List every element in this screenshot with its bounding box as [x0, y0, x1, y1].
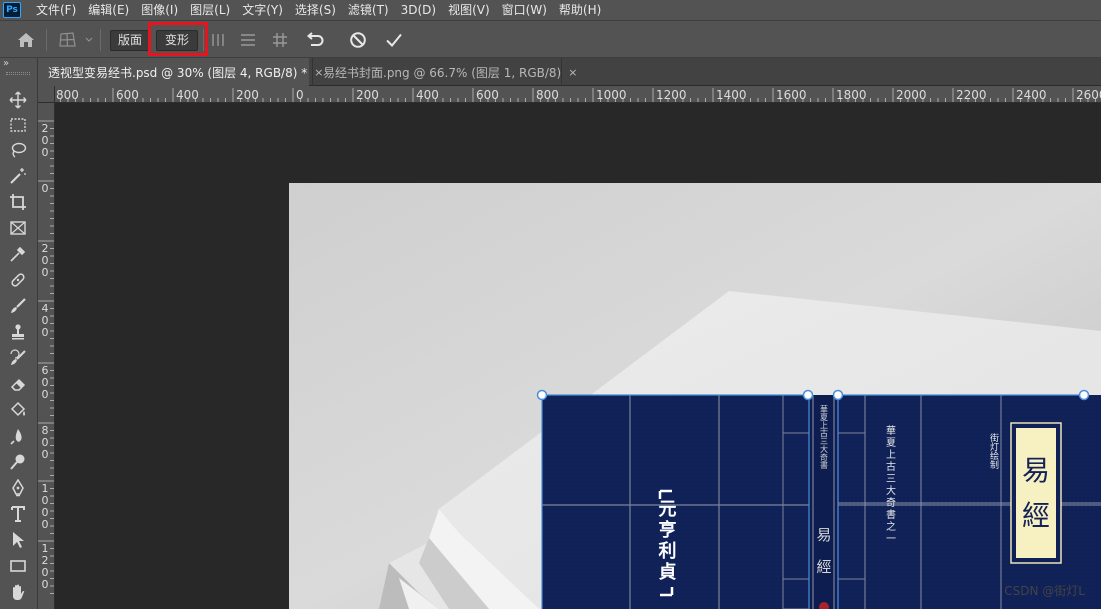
transform-handle-icon[interactable]	[1078, 389, 1090, 401]
clone-stamp-tool-icon[interactable]	[6, 320, 30, 344]
tab-label: 易经书封面.png @ 66.7% (图层 1, RGB/8)	[323, 65, 562, 80]
collapse-panel-icon[interactable]: »	[3, 58, 9, 69]
ruler-tick-label: 1600	[776, 88, 807, 102]
photoshop-logo-icon: Ps	[3, 2, 21, 18]
ruler-tick-label: 400	[176, 88, 199, 102]
eraser-tool-icon[interactable]	[6, 372, 30, 396]
spine-small-text: 華夏上古三大奇書	[820, 404, 829, 470]
chevron-down-icon[interactable]	[84, 34, 94, 46]
ruler-tick-label: 2200	[956, 88, 987, 102]
dodge-tool-icon[interactable]	[6, 450, 30, 474]
home-icon[interactable]	[14, 30, 38, 50]
layout-mode-button[interactable]: 版面	[110, 30, 150, 51]
tab-active-document[interactable]: 透视型变易经书.psd @ 30% (图层 4, RGB/8) * ×	[38, 58, 323, 86]
menu-view[interactable]: 视图(V)	[442, 0, 496, 20]
menu-type[interactable]: 文字(Y)	[236, 0, 289, 20]
commit-checkmark-icon[interactable]	[383, 30, 405, 50]
blur-tool-icon[interactable]	[6, 424, 30, 448]
menu-edit[interactable]: 编辑(E)	[82, 0, 135, 20]
ruler-tick-label: 200	[236, 88, 259, 102]
spine-title-char-1: 易	[816, 526, 831, 544]
ruler-tick-label: 0	[41, 578, 49, 591]
menu-bar: Ps 文件(F) 编辑(E) 图像(I) 图层(L) 文字(Y) 选择(S) 滤镜(T) 3D…	[0, 0, 1101, 20]
front-title-char-2: 經	[1022, 499, 1050, 532]
back-cover-text: 元亨利貞	[656, 499, 677, 583]
menu-filter[interactable]: 滤镜(T)	[342, 0, 395, 20]
ruler-tick-label: 1200	[656, 88, 687, 102]
book-cover-layer: 易 經 街灯绘制 華夏上古三大奇書之一 華夏上古三大奇書 易 經 元亨利貞	[542, 394, 1101, 609]
ruler-tick-label: 1800	[836, 88, 867, 102]
healing-brush-tool-icon[interactable]	[6, 268, 30, 292]
ruler-tick-label: 200	[356, 88, 379, 102]
marquee-tool-icon[interactable]	[6, 113, 30, 137]
ruler-tick-label: 2600	[1076, 88, 1101, 102]
transform-handle-icon[interactable]	[802, 389, 814, 401]
horizontal-straighten-icon[interactable]	[238, 30, 258, 50]
menu-image[interactable]: 图像(I)	[135, 0, 184, 20]
hand-tool-icon[interactable]	[6, 580, 30, 604]
warp-mode-button[interactable]: 变形	[156, 30, 198, 51]
auto-straighten-icon[interactable]	[270, 30, 290, 50]
spine-title-char-2: 經	[816, 558, 831, 576]
history-brush-tool-icon[interactable]	[6, 346, 30, 370]
menu-3d[interactable]: 3D(D)	[395, 0, 442, 20]
ruler-tick-label: 2000	[896, 88, 927, 102]
close-tab-icon[interactable]: ×	[568, 66, 577, 79]
tools-panel: »	[0, 58, 38, 609]
ruler-tick-label: 1000	[596, 88, 627, 102]
ruler-tick-label: 0	[41, 448, 49, 461]
cancel-icon[interactable]	[347, 30, 369, 50]
ruler-tick-label: 600	[116, 88, 139, 102]
frame-tool-icon[interactable]	[6, 216, 30, 240]
transform-handle-icon[interactable]	[832, 389, 844, 401]
perspective-warp-icon[interactable]	[56, 30, 80, 50]
lasso-tool-icon[interactable]	[6, 138, 30, 162]
paint-bucket-tool-icon[interactable]	[6, 398, 30, 422]
ruler-tick-label: 0	[296, 88, 304, 102]
ruler-tick-label: 0	[41, 146, 49, 159]
vertical-straighten-icon[interactable]	[208, 30, 228, 50]
ruler-tick-label: 800	[536, 88, 559, 102]
move-tool-icon[interactable]	[6, 88, 30, 112]
ruler-tick-label: 800	[56, 88, 79, 102]
menu-window[interactable]: 窗口(W)	[496, 0, 553, 20]
ruler-tick-label: 0	[41, 182, 49, 195]
transform-handle-icon[interactable]	[536, 389, 548, 401]
vertical-ruler[interactable]: 200020040060080010001200	[38, 103, 55, 609]
front-title-char-1: 易	[1022, 454, 1050, 487]
front-side-text: 街灯绘制	[988, 432, 999, 469]
panel-grip-icon[interactable]	[6, 72, 30, 75]
canvas-area[interactable]: 易 經 街灯绘制 華夏上古三大奇書之一 華夏上古三大奇書 易 經 元亨利貞 CS…	[55, 104, 1101, 609]
type-tool-icon[interactable]	[6, 502, 30, 526]
ruler-tick-label: 0	[41, 326, 49, 339]
reset-undo-icon[interactable]	[304, 30, 326, 50]
ruler-tick-label: 0	[41, 518, 49, 531]
pen-tool-icon[interactable]	[6, 476, 30, 500]
ruler-tick-label: 1400	[716, 88, 747, 102]
front-subtitle: 華夏上古三大奇書之一	[884, 425, 896, 545]
tab-inactive-document[interactable]: 易经书封面.png @ 66.7% (图层 1, RGB/8) ×	[312, 58, 577, 86]
ruler-origin[interactable]	[38, 86, 55, 103]
options-bar: 版面 变形	[0, 20, 1101, 58]
menu-select[interactable]: 选择(S)	[289, 0, 342, 20]
menu-help[interactable]: 帮助(H)	[553, 0, 607, 20]
ruler-tick-label: 0	[41, 266, 49, 279]
path-selection-tool-icon[interactable]	[6, 528, 30, 552]
tab-label: 透视型变易经书.psd @ 30% (图层 4, RGB/8) *	[48, 65, 308, 80]
eyedropper-tool-icon[interactable]	[6, 242, 30, 266]
rectangle-tool-icon[interactable]	[6, 554, 30, 578]
document-canvas[interactable]: 易 經 街灯绘制 華夏上古三大奇書之一 華夏上古三大奇書 易 經 元亨利貞	[289, 183, 1101, 609]
brush-tool-icon[interactable]	[6, 294, 30, 318]
horizontal-ruler[interactable]: 800 600 400 200 0 200 400 600 800 1000 1200 1400 160…	[55, 86, 1101, 103]
ruler-tick-label: 400	[416, 88, 439, 102]
magic-wand-tool-icon[interactable]	[6, 164, 30, 188]
csdn-watermark: CSDN @街灯L	[1004, 584, 1085, 598]
ruler-tick-label: 600	[476, 88, 499, 102]
ruler-tick-label: 2400	[1016, 88, 1047, 102]
crop-tool-icon[interactable]	[6, 190, 30, 214]
document-tab-bar: 透视型变易经书.psd @ 30% (图层 4, RGB/8) * × 易经书封…	[38, 58, 1101, 86]
ruler-tick-label: 0	[41, 388, 49, 401]
menu-layer[interactable]: 图层(L)	[184, 0, 236, 20]
menu-file[interactable]: 文件(F)	[30, 0, 82, 20]
